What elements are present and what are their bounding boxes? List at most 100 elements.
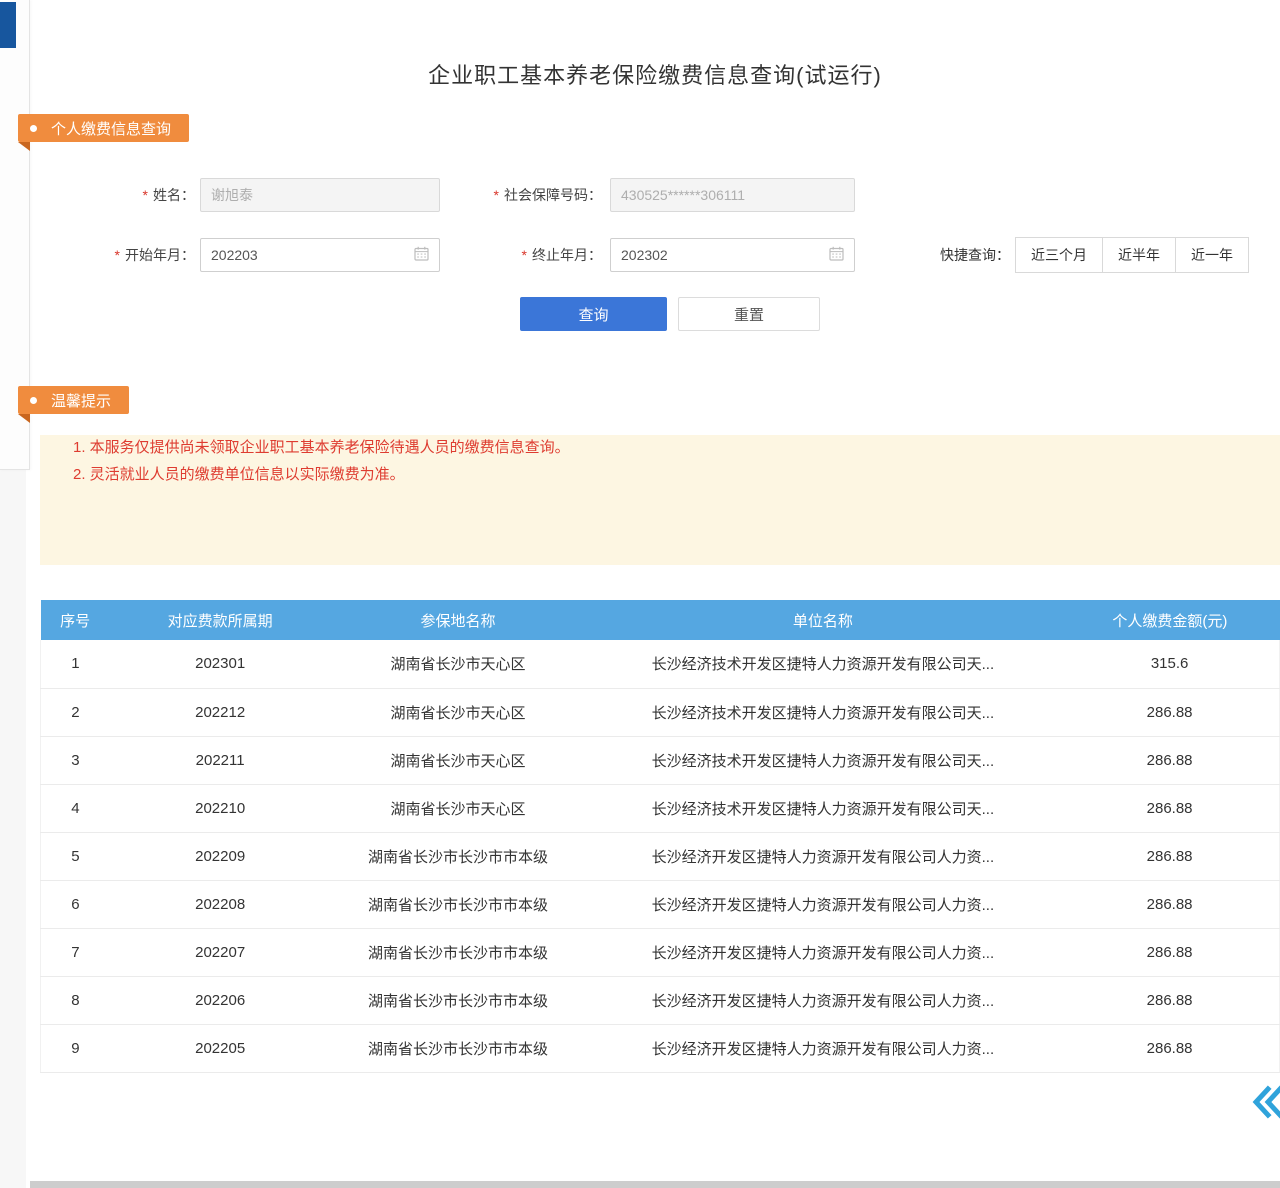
quick-query-option[interactable]: 近半年 (1102, 237, 1176, 273)
calendar-icon[interactable] (829, 246, 844, 264)
bullet-dot-icon (30, 397, 37, 404)
name-field: 谢旭泰 (200, 178, 440, 212)
name-label: * 姓名： (60, 178, 195, 212)
table-body: 1 202301 湖南省长沙市天心区 长沙经济技术开发区捷特人力资源开发有限公司… (41, 640, 1280, 1072)
table-row[interactable]: 3 202211 湖南省长沙市天心区 长沙经济技术开发区捷特人力资源开发有限公司… (41, 736, 1280, 784)
table-row[interactable]: 6 202208 湖南省长沙市长沙市市本级 长沙经济开发区捷特人力资源开发有限公… (41, 880, 1280, 928)
table-header-cell: 序号 (41, 600, 110, 640)
cell-area: 湖南省长沙市长沙市市本级 (330, 832, 585, 880)
cell-amount: 286.88 (1060, 880, 1279, 928)
cell-seq: 8 (41, 976, 110, 1024)
ribbon-fold (18, 414, 30, 423)
cell-period: 202210 (110, 784, 331, 832)
calendar-icon[interactable] (414, 246, 429, 264)
ssn-value: 430525******306111 (621, 187, 844, 203)
name-value: 谢旭泰 (211, 185, 429, 205)
cell-company: 长沙经济技术开发区捷特人力资源开发有限公司天... (586, 640, 1061, 688)
section-label: 个人缴费信息查询 (51, 118, 171, 139)
cell-amount: 286.88 (1060, 736, 1279, 784)
table-header-cell: 个人缴费金额(元) (1060, 600, 1279, 640)
cell-period: 202212 (110, 688, 331, 736)
cell-seq: 2 (41, 688, 110, 736)
tip-line: 2. 灵活就业人员的缴费单位信息以实际缴费为准。 (73, 462, 1280, 487)
cell-area: 湖南省长沙市天心区 (330, 640, 585, 688)
cell-period: 202211 (110, 736, 331, 784)
bullet-dot-icon (30, 125, 37, 132)
section-header-tips: 温馨提示 (18, 386, 129, 414)
cell-area: 湖南省长沙市长沙市市本级 (330, 928, 585, 976)
table-header-row: 序号 对应费款所属期 参保地名称 单位名称 个人缴费金额(元) (41, 600, 1280, 640)
cell-period: 202207 (110, 928, 331, 976)
quick-query-group: 近三个月 近半年 近一年 (1016, 237, 1249, 273)
start-month-label: * 开始年月： (60, 238, 195, 272)
end-month-label: * 终止年月： (440, 238, 602, 272)
cell-company: 长沙经济技术开发区捷特人力资源开发有限公司天... (586, 688, 1061, 736)
bottom-scrollbar-track[interactable] (30, 1181, 1280, 1188)
cell-amount: 286.88 (1060, 688, 1279, 736)
cell-period: 202205 (110, 1024, 331, 1072)
table-header-cell: 参保地名称 (330, 600, 585, 640)
cell-amount: 286.88 (1060, 976, 1279, 1024)
quick-query-label: 快捷查询： (915, 238, 1010, 272)
start-month-field[interactable]: 202203 (200, 238, 440, 272)
cell-area: 湖南省长沙市天心区 (330, 736, 585, 784)
table-row[interactable]: 1 202301 湖南省长沙市天心区 长沙经济技术开发区捷特人力资源开发有限公司… (41, 640, 1280, 688)
cell-amount: 315.6 (1060, 640, 1279, 688)
cell-area: 湖南省长沙市长沙市市本级 (330, 1024, 585, 1072)
section-header-personal-query: 个人缴费信息查询 (18, 114, 189, 142)
end-month-value: 202302 (621, 247, 829, 263)
table-row[interactable]: 9 202205 湖南省长沙市长沙市市本级 长沙经济开发区捷特人力资源开发有限公… (41, 1024, 1280, 1072)
tips-box: 1. 本服务仅提供尚未领取企业职工基本养老保险待遇人员的缴费信息查询。 2. 灵… (40, 435, 1280, 565)
cell-company: 长沙经济技术开发区捷特人力资源开发有限公司天... (586, 784, 1061, 832)
cell-period: 202206 (110, 976, 331, 1024)
cell-area: 湖南省长沙市长沙市市本级 (330, 880, 585, 928)
required-mark: * (522, 247, 527, 263)
ssn-field: 430525******306111 (610, 178, 855, 212)
cell-seq: 3 (41, 736, 110, 784)
cell-seq: 4 (41, 784, 110, 832)
sidebar-tab[interactable] (0, 2, 16, 48)
cell-amount: 286.88 (1060, 832, 1279, 880)
cell-seq: 7 (41, 928, 110, 976)
table-row[interactable]: 8 202206 湖南省长沙市长沙市市本级 长沙经济开发区捷特人力资源开发有限公… (41, 976, 1280, 1024)
cell-area: 湖南省长沙市天心区 (330, 784, 585, 832)
cell-period: 202209 (110, 832, 331, 880)
payment-table: 序号 对应费款所属期 参保地名称 单位名称 个人缴费金额(元) 1 202301… (40, 600, 1280, 1073)
section-label: 温馨提示 (51, 390, 111, 411)
cell-seq: 6 (41, 880, 110, 928)
cell-area: 湖南省长沙市长沙市市本级 (330, 976, 585, 1024)
cell-amount: 286.88 (1060, 928, 1279, 976)
cell-company: 长沙经济技术开发区捷特人力资源开发有限公司天... (586, 736, 1061, 784)
table-row[interactable]: 2 202212 湖南省长沙市天心区 长沙经济技术开发区捷特人力资源开发有限公司… (41, 688, 1280, 736)
required-mark: * (494, 187, 499, 203)
cell-seq: 5 (41, 832, 110, 880)
cell-seq: 1 (41, 640, 110, 688)
ssn-label: * 社会保障号码： (440, 178, 602, 212)
double-chevron-left-icon[interactable] (1250, 1084, 1280, 1125)
cell-period: 202208 (110, 880, 331, 928)
query-button[interactable]: 查询 (520, 297, 667, 331)
required-mark: * (115, 247, 120, 263)
page-title: 企业职工基本养老保险缴费信息查询(试运行) (30, 58, 1280, 90)
cell-area: 湖南省长沙市天心区 (330, 688, 585, 736)
table-row[interactable]: 7 202207 湖南省长沙市长沙市市本级 长沙经济开发区捷特人力资源开发有限公… (41, 928, 1280, 976)
pension-query-page: 企业职工基本养老保险缴费信息查询(试运行) 个人缴费信息查询 * 姓名： 谢旭泰… (0, 0, 1280, 1188)
reset-button[interactable]: 重置 (678, 297, 820, 331)
table-row[interactable]: 5 202209 湖南省长沙市长沙市市本级 长沙经济开发区捷特人力资源开发有限公… (41, 832, 1280, 880)
end-month-field[interactable]: 202302 (610, 238, 855, 272)
cell-amount: 286.88 (1060, 784, 1279, 832)
start-month-value: 202203 (211, 247, 414, 263)
cell-amount: 286.88 (1060, 1024, 1279, 1072)
table-header-cell: 单位名称 (586, 600, 1061, 640)
table-header-cell: 对应费款所属期 (110, 600, 331, 640)
quick-query-option[interactable]: 近一年 (1175, 237, 1249, 273)
cell-company: 长沙经济开发区捷特人力资源开发有限公司人力资... (586, 976, 1061, 1024)
tip-line: 1. 本服务仅提供尚未领取企业职工基本养老保险待遇人员的缴费信息查询。 (73, 435, 1280, 460)
cell-seq: 9 (41, 1024, 110, 1072)
cell-company: 长沙经济开发区捷特人力资源开发有限公司人力资... (586, 832, 1061, 880)
cell-company: 长沙经济开发区捷特人力资源开发有限公司人力资... (586, 928, 1061, 976)
ribbon-fold (18, 142, 30, 151)
quick-query-option[interactable]: 近三个月 (1015, 237, 1103, 273)
table-row[interactable]: 4 202210 湖南省长沙市天心区 长沙经济技术开发区捷特人力资源开发有限公司… (41, 784, 1280, 832)
cell-period: 202301 (110, 640, 331, 688)
